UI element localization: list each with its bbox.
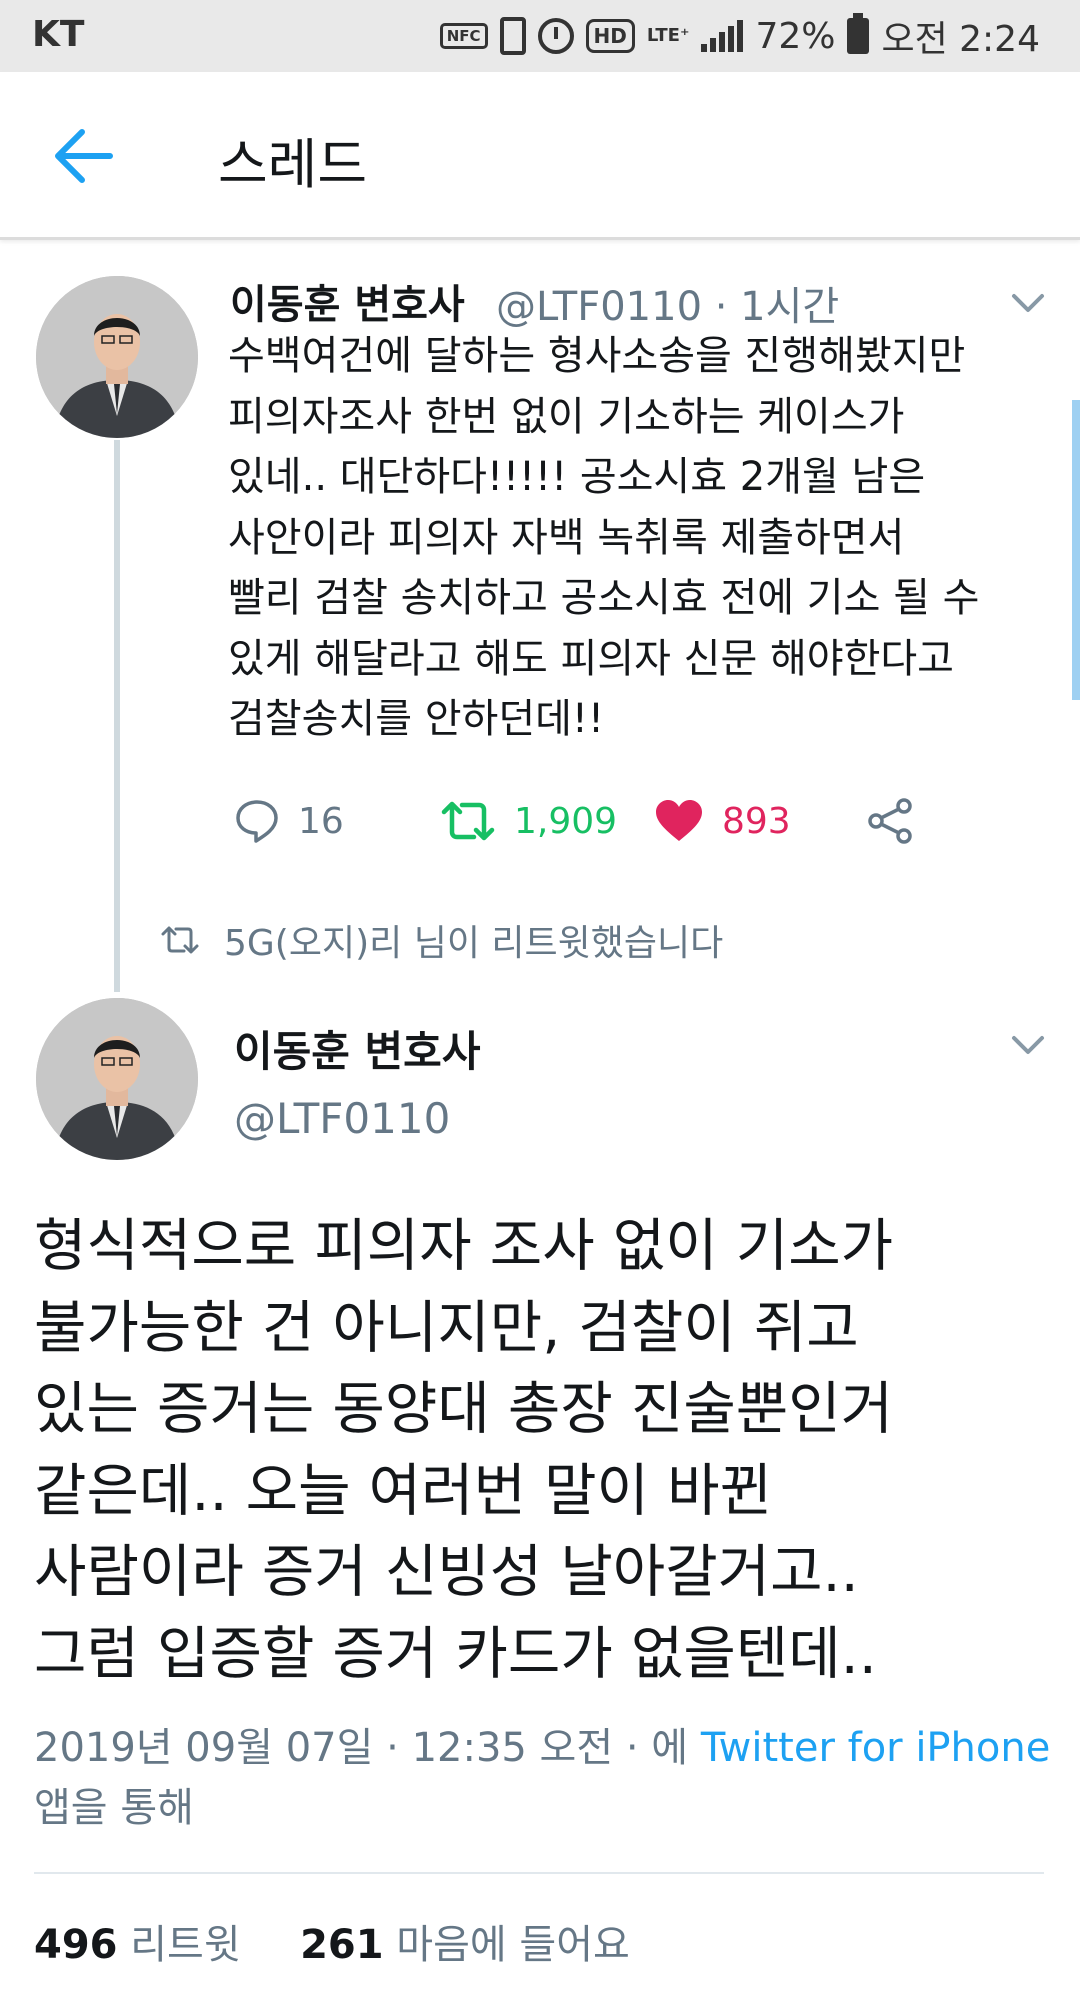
hd-voice-icon: HD — [585, 19, 635, 53]
lte-icon: LTE⁺ — [646, 25, 690, 46]
tweet-text-line: 있는 증거는 동양대 총장 진술뿐인거 — [34, 1376, 894, 1442]
divider — [34, 1872, 1044, 1874]
battery-icon — [847, 13, 870, 54]
avatar[interactable] — [36, 276, 198, 438]
tweet-text-line: 사안이라 피의자 자백 녹취록 제출하면서 — [228, 514, 905, 561]
avatar[interactable] — [36, 998, 198, 1160]
retweet-button[interactable]: 1,909 — [440, 788, 617, 854]
share-button[interactable] — [866, 788, 914, 854]
tweet-text-line: 빨리 검찰 송치하고 공소시효 전에 기소 될 수 — [228, 575, 980, 621]
clock: 오전 2:24 — [881, 19, 1040, 60]
retweet-count: 1,909 — [514, 800, 618, 842]
tweet-text-line: 사람이라 증거 신빙성 날아갈거고.. — [34, 1539, 859, 1605]
vibrate-icon — [499, 17, 526, 55]
tweet-timestamp: 2019년 09월 07일 · 12:35 오전 · 에 — [34, 1725, 689, 1771]
retweet-icon — [441, 801, 495, 841]
tweet-text: 수백여건에 달하는 형사소송을 진행해봤지만 피의자조사 한번 없이 기소하는 … — [228, 326, 1058, 750]
reply-button[interactable]: 16 — [234, 788, 344, 854]
likes-label[interactable]: 마음에 들어요 — [396, 1922, 630, 1968]
tweet-text-line: 검찰송치를 안하던데!! — [228, 696, 604, 742]
tweet-stats: 496 리트윗 261 마음에 들어요 — [34, 1912, 630, 1970]
focused-tweet-text: 형식적으로 피의자 조사 없이 기소가 불가능한 건 아니지만, 검찰이 쥐고 … — [34, 1206, 1064, 1695]
tweet-text-line: 불가능한 건 아니지만, 검찰이 쥐고 — [34, 1294, 859, 1361]
tweet-text-line: 그럼 입증할 증거 카드가 없을텐데.. — [34, 1620, 877, 1687]
profile-photo — [36, 998, 198, 1160]
back-button[interactable] — [50, 124, 118, 188]
share-icon — [868, 798, 912, 844]
reply-count: 16 — [298, 800, 344, 842]
tweet-text-line: 피의자조사 한번 없이 기소하는 케이스가 — [228, 393, 905, 440]
likes-total[interactable]: 261 — [300, 1922, 384, 1968]
tweet-text-line: 있네.. 대단하다!!!!! 공소시효 2개월 남은 — [228, 454, 926, 500]
chevron-down-icon[interactable] — [1008, 1030, 1048, 1058]
retweets-label[interactable]: 리트윗 — [130, 1922, 240, 1968]
thread-connector — [114, 440, 120, 992]
tweet-timestamp-source: 2019년 09월 07일 · 12:35 오전 · 에 Twitter for… — [34, 1718, 1054, 1838]
app-header: 스레드 — [0, 72, 1080, 240]
nfc-icon: NFC — [439, 23, 488, 49]
page-title: 스레드 — [218, 133, 368, 196]
reply-icon — [236, 800, 278, 843]
scrollbar[interactable] — [1072, 400, 1080, 700]
source-link[interactable]: Twitter for iPhone — [701, 1725, 1051, 1771]
signal-icon — [701, 20, 744, 52]
retweets-total[interactable]: 496 — [34, 1922, 118, 1968]
status-bar: KT NFC HD LTE⁺ 72% 오전 2:24 — [0, 0, 1080, 72]
profile-photo — [36, 276, 198, 438]
retweet-notice: 5G(오지)리 님이 리트윗했습니다 — [160, 914, 723, 966]
tweet-text-line: 있게 해달라고 해도 피의자 신문 해야한다고 — [228, 635, 954, 682]
tweet-author-name[interactable]: 이동훈 변호사 — [234, 1018, 480, 1079]
like-count: 893 — [722, 800, 791, 842]
tweet-actions: 16 1,909 893 — [230, 788, 930, 854]
tweet-text-line: 형식적으로 피의자 조사 없이 기소가 — [34, 1213, 894, 1279]
retweet-small-icon — [161, 926, 199, 954]
chevron-down-icon[interactable] — [1008, 288, 1048, 316]
carrier-label: KT — [32, 14, 85, 55]
retweet-notice-text[interactable]: 5G(오지)리 님이 리트윗했습니다 — [224, 914, 723, 966]
battery-percent: 72% — [755, 15, 836, 57]
tweet-author-name[interactable]: 이동훈 변호사 — [230, 272, 465, 330]
tweet-handle-time: @LTF0110 · 1시간 — [496, 284, 840, 330]
status-icons: NFC HD LTE⁺ 72% 오전 2:24 — [439, 10, 1040, 62]
tweet-text-line: 수백여건에 달하는 형사소송을 진행해봤지만 — [228, 333, 966, 379]
like-button[interactable]: 893 — [654, 788, 791, 854]
heart-icon — [656, 800, 702, 841]
back-arrow-icon — [55, 129, 113, 183]
tweet-author-handle[interactable]: @LTF0110 — [234, 1094, 450, 1143]
alarm-icon — [537, 18, 574, 54]
tweet-text-line: 같은데.. 오늘 여러번 말이 바뀐 — [34, 1457, 772, 1524]
source-suffix: 앱을 통해 — [34, 1785, 194, 1831]
